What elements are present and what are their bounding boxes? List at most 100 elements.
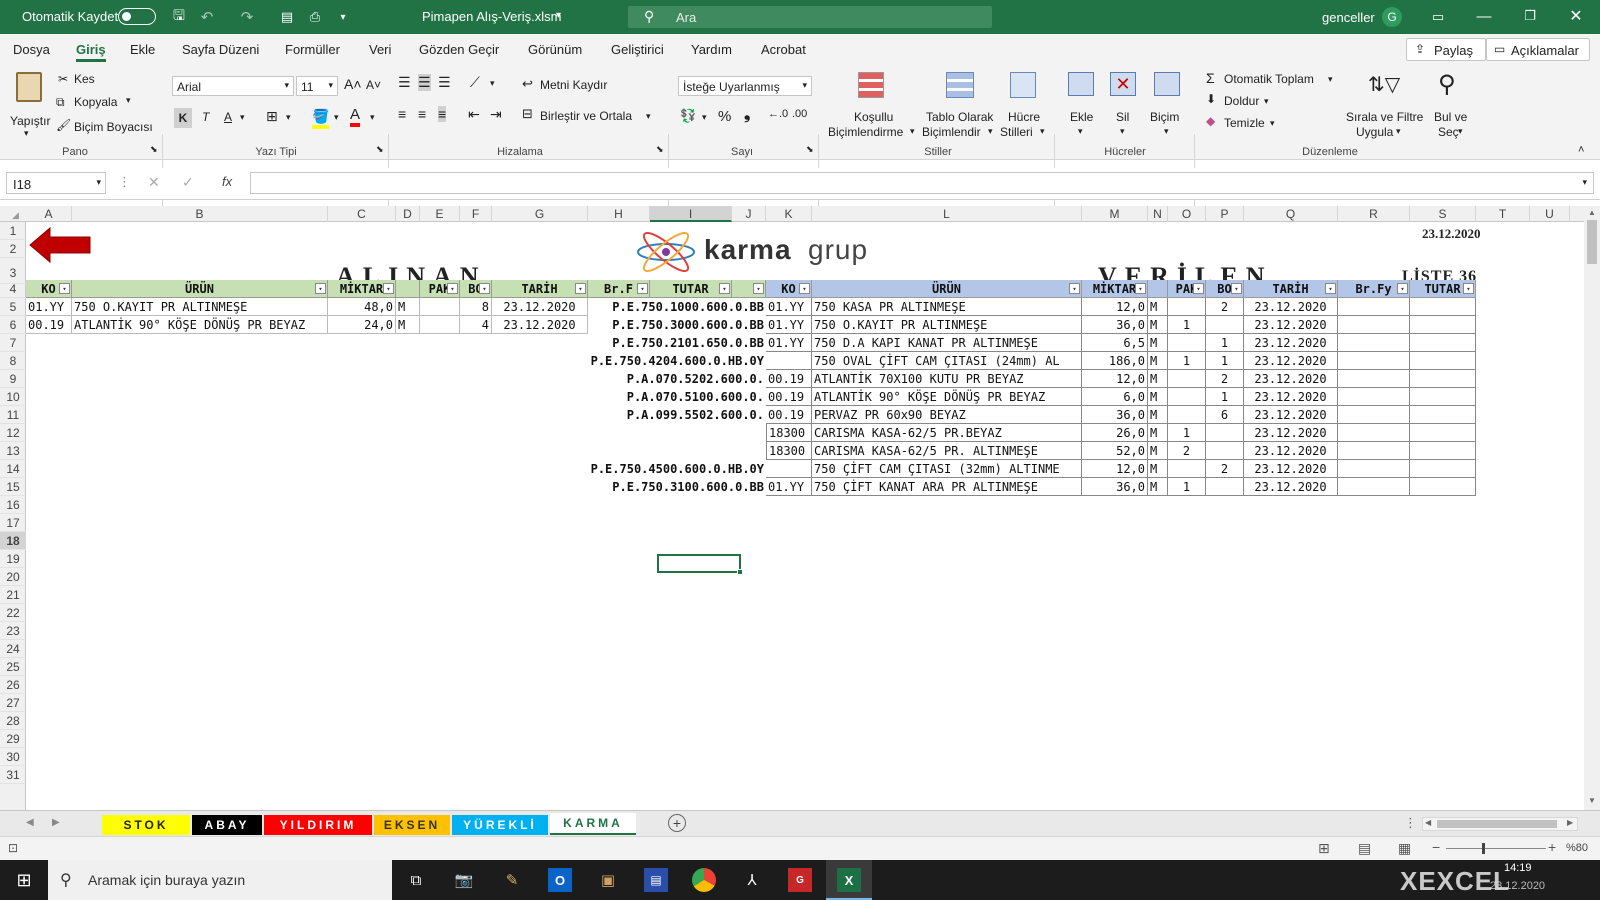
file-menu-chevron-icon[interactable]: ▾ <box>556 10 561 21</box>
alinan-cell[interactable]: 00.19 <box>26 316 72 334</box>
verilen-cell[interactable]: 00.19 <box>766 406 812 424</box>
sheet-tab-yildirim[interactable]: YILDIRIM <box>264 815 372 835</box>
currency-icon[interactable]: 💱 <box>680 108 696 124</box>
verilen-empty-cell[interactable] <box>1338 442 1410 460</box>
row-header-26[interactable]: 26 <box>0 676 26 694</box>
row-header-18[interactable]: 18 <box>0 532 26 550</box>
filter-dropdown-icon[interactable]: ▾ <box>315 283 326 294</box>
verilen-cell[interactable]: 26,0 <box>1082 424 1148 442</box>
row-header-7[interactable]: 7 <box>0 334 26 352</box>
format-cells-button[interactable]: Biçim ▾ <box>1148 70 1186 140</box>
filter-dropdown-icon[interactable]: ▾ <box>575 283 586 294</box>
wrap-text-icon[interactable]: ↩ <box>522 76 533 92</box>
product-code-cell[interactable]: P.E.750.1000.600.0.BB <box>492 298 766 316</box>
restore-icon[interactable]: ❐ <box>1520 6 1540 26</box>
verilen-cell[interactable] <box>1168 388 1206 406</box>
column-header-j[interactable]: J <box>732 206 766 222</box>
excel-app-button[interactable]: X <box>826 860 872 900</box>
zoom-out-icon[interactable]: − <box>1432 839 1440 855</box>
verilen-cell[interactable]: M <box>1148 424 1168 442</box>
column-header-o[interactable]: O <box>1168 206 1206 222</box>
number-launcher-icon[interactable]: ⬊ <box>806 144 814 155</box>
conditional-formatting-button[interactable]: Koşullu Biçimlendirme ▾ <box>826 70 916 140</box>
verilen-cell[interactable] <box>1168 460 1206 478</box>
comma-button[interactable]: ❟ <box>744 106 750 124</box>
product-code-cell[interactable]: P.E.750.2101.650.0.BB <box>492 334 766 352</box>
macro-record-icon[interactable]: ⊡ <box>8 841 18 855</box>
verilen-cell[interactable]: 36,0 <box>1082 478 1148 496</box>
verilen-cell[interactable]: 1 <box>1168 478 1206 496</box>
verilen-header-5[interactable]: BO ▾ <box>1206 280 1244 298</box>
verilen-header-3[interactable] <box>1148 280 1168 298</box>
verilen-cell[interactable] <box>1168 334 1206 352</box>
verilen-cell[interactable]: 00.19 <box>766 370 812 388</box>
font-color-chevron-icon[interactable]: ▾ <box>370 112 375 123</box>
clear-chevron-icon[interactable]: ▾ <box>1270 118 1275 129</box>
row-header-24[interactable]: 24 <box>0 640 26 658</box>
verilen-empty-cell[interactable] <box>1338 334 1410 352</box>
verilen-cell[interactable]: 01.YY <box>766 334 812 352</box>
search-box[interactable]: ⚲ Ara <box>628 6 992 28</box>
verilen-cell[interactable]: 6 <box>1206 406 1244 424</box>
verilen-cell[interactable]: 36,0 <box>1082 406 1148 424</box>
alinan-header-8[interactable]: TUTAR ▾ <box>650 280 732 298</box>
paint-app-icon[interactable]: ✎ <box>500 868 524 892</box>
verilen-cell[interactable]: 36,0 <box>1082 316 1148 334</box>
fill-chevron-icon[interactable]: ▾ <box>1264 96 1269 107</box>
prev-sheet-icon[interactable]: ◀ <box>26 817 34 828</box>
alinan-header-6[interactable]: TARİH ▾ <box>492 280 588 298</box>
row-header-9[interactable]: 9 <box>0 370 26 388</box>
verilen-cell[interactable]: 23.12.2020 <box>1244 478 1338 496</box>
save-icon[interactable]: 🖫 <box>170 7 188 26</box>
verilen-cell[interactable]: 23.12.2020 <box>1244 424 1338 442</box>
verilen-empty-cell[interactable] <box>1338 370 1410 388</box>
alinan-header-3[interactable] <box>396 280 420 298</box>
tab-yardim[interactable]: Yardım <box>691 42 732 57</box>
sheet-tab-eksen[interactable]: EKSEN <box>374 815 450 835</box>
column-header-d[interactable]: D <box>396 206 420 222</box>
autosum-button[interactable]: Otomatik Toplam <box>1224 72 1314 86</box>
number-format-select[interactable]: İsteğe Uyarlanmış ▾ <box>678 76 812 96</box>
column-header-h[interactable]: H <box>588 206 650 222</box>
product-code-cell[interactable]: P.E.750.3000.600.0.BB <box>492 316 766 334</box>
tab-ekle[interactable]: Ekle <box>130 42 155 57</box>
alinan-header-4[interactable]: PAK ▾ <box>420 280 460 298</box>
zoom-slider[interactable] <box>1446 843 1546 854</box>
verilen-cell[interactable]: 1 <box>1206 334 1244 352</box>
verilen-cell[interactable]: 750 D.A KAPI KANAT PR ALTINMEŞE <box>812 334 1082 352</box>
customize-toolbar-icon[interactable]: ▾ <box>336 8 350 26</box>
verilen-empty-cell[interactable] <box>1410 406 1476 424</box>
verilen-cell[interactable]: 01.YY <box>766 316 812 334</box>
verilen-header-8[interactable]: TUTAR ▾ <box>1410 280 1476 298</box>
filter-dropdown-icon[interactable]: ▾ <box>637 283 648 294</box>
filter-dropdown-icon[interactable]: ▾ <box>1193 283 1204 294</box>
verilen-empty-cell[interactable] <box>1338 406 1410 424</box>
column-header-i[interactable]: I <box>650 206 732 222</box>
verilen-empty-cell[interactable] <box>1338 460 1410 478</box>
remote-app-icon[interactable]: ▤ <box>644 868 668 892</box>
column-header-t[interactable]: T <box>1476 206 1530 222</box>
page-layout-icon[interactable]: ▤ <box>1358 840 1371 857</box>
align-center-icon[interactable]: ≡ <box>418 106 426 122</box>
row-header-22[interactable]: 22 <box>0 604 26 622</box>
filter-dropdown-icon[interactable]: ▾ <box>1231 283 1242 294</box>
column-header-n[interactable]: N <box>1148 206 1168 222</box>
formula-input[interactable]: ▾ <box>250 172 1594 194</box>
decrease-indent-icon[interactable]: ⇤ <box>468 106 480 123</box>
verilen-cell[interactable]: M <box>1148 370 1168 388</box>
column-header-f[interactable]: F <box>460 206 492 222</box>
alinan-cell[interactable]: 48,0 <box>328 298 396 316</box>
verilen-cell[interactable]: 01.YY <box>766 478 812 496</box>
copy-chevron-icon[interactable]: ▾ <box>126 95 131 106</box>
user-name[interactable]: genceller <box>1322 10 1375 25</box>
verilen-cell[interactable]: ATLANTİK 70X100 KUTU PR BEYAZ <box>812 370 1082 388</box>
alinan-cell[interactable]: ATLANTİK 90° KÖŞE DÖNÜŞ PR BEYAZ <box>72 316 328 334</box>
tab-gorunum[interactable]: Görünüm <box>528 42 582 57</box>
column-header-e[interactable]: E <box>420 206 460 222</box>
column-header-b[interactable]: B <box>72 206 328 222</box>
add-sheet-icon[interactable]: + <box>668 814 686 832</box>
verilen-cell[interactable]: 12,0 <box>1082 298 1148 316</box>
select-all-icon[interactable]: ◢ <box>12 210 19 221</box>
underline-chevron-icon[interactable]: ▾ <box>240 112 245 123</box>
verilen-empty-cell[interactable] <box>1410 352 1476 370</box>
